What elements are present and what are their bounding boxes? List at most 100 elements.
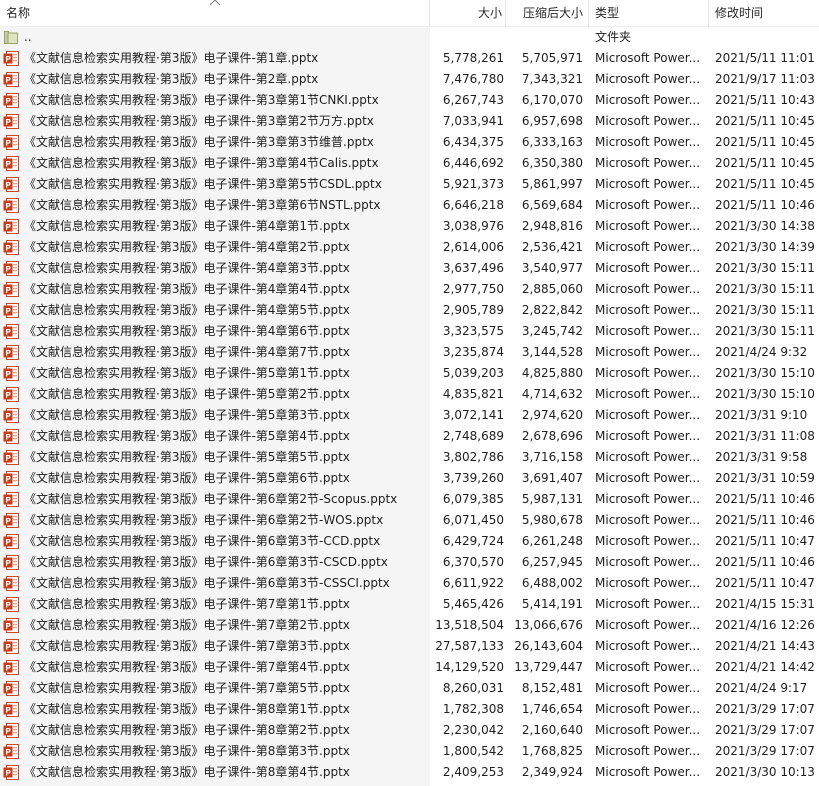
column-header-modified[interactable]: 修改时间 [709,0,819,26]
file-compressed-size: 6,261,248 [521,534,583,548]
file-row[interactable]: 《文献信息检索实用教程·第3版》电子课件-第5章第6节.pptx 3,739,26… [0,468,819,489]
file-row[interactable]: 《文献信息检索实用教程·第3版》电子课件-第3章第1节CNKI.pptx 6,26… [0,90,819,111]
file-size: 6,267,743 [442,93,504,107]
file-type: Microsoft Power... [595,198,701,212]
powerpoint-file-icon [3,744,19,759]
file-row[interactable]: 《文献信息检索实用教程·第3版》电子课件-第4章第6节.pptx 3,323,57… [0,321,819,342]
powerpoint-file-icon [3,387,19,402]
file-row[interactable]: 《文献信息检索实用教程·第3版》电子课件-第5章第3节.pptx 3,072,14… [0,405,819,426]
file-type: Microsoft Power... [595,51,701,65]
file-compressed-size: 7,343,321 [521,72,583,86]
file-row[interactable]: 《文献信息检索实用教程·第3版》电子课件-第3章第4节Calis.pptx 6,4… [0,153,819,174]
file-row[interactable]: 《文献信息检索实用教程·第3版》电子课件-第5章第2节.pptx 4,835,82… [0,384,819,405]
file-compressed-size: 4,714,632 [521,387,583,401]
file-type: Microsoft Power... [595,723,701,737]
parent-folder-row[interactable]: .. 文件夹 [0,27,819,48]
file-name: 《文献信息检索实用教程·第3版》电子课件-第3章第2节万方.pptx [24,114,374,128]
file-row[interactable]: 《文献信息检索实用教程·第3版》电子课件-第7章第5节.pptx 8,260,03… [0,678,819,699]
file-row[interactable]: 《文献信息检索实用教程·第3版》电子课件-第3章第3节维普.pptx 6,434,… [0,132,819,153]
file-row[interactable]: 《文献信息检索实用教程·第3版》电子课件-第4章第4节.pptx 2,977,75… [0,279,819,300]
file-modified: 2021/5/11 10:46 [715,492,815,506]
file-row[interactable]: 《文献信息检索实用教程·第3版》电子课件-第3章第5节CSDL.pptx 5,92… [0,174,819,195]
file-size: 4,835,821 [442,387,504,401]
powerpoint-file-icon [3,114,19,129]
file-row[interactable]: 《文献信息检索实用教程·第3版》电子课件-第6章第3节-CSCD.pptx 6,3… [0,552,819,573]
file-size: 6,434,375 [442,135,504,149]
file-row[interactable]: 《文献信息检索实用教程·第3版》电子课件-第4章第5节.pptx 2,905,78… [0,300,819,321]
file-size: 13,518,504 [435,618,504,632]
file-name: 《文献信息检索实用教程·第3版》电子课件-第1章.pptx [24,51,319,65]
file-row[interactable]: 《文献信息检索实用教程·第3版》电子课件-第6章第3节-CCD.pptx 6,42… [0,531,819,552]
file-row[interactable]: 《文献信息检索实用教程·第3版》电子课件-第8章第1节.pptx 1,782,30… [0,699,819,720]
file-size: 6,446,692 [442,156,504,170]
file-modified: 2021/3/30 15:11 [715,282,815,296]
column-header-name[interactable]: 名称 [0,0,430,26]
file-size: 5,465,426 [442,597,504,611]
file-type: Microsoft Power... [595,240,701,254]
powerpoint-file-icon [3,450,19,465]
file-row[interactable]: 《文献信息检索实用教程·第3版》电子课件-第5章第1节.pptx 5,039,20… [0,363,819,384]
file-row[interactable]: 《文献信息检索实用教程·第3版》电子课件-第8章第2节.pptx 2,230,04… [0,720,819,741]
column-header-type[interactable]: 类型 [589,0,709,26]
file-size: 5,921,373 [442,177,504,191]
file-size: 3,072,141 [442,408,504,422]
file-modified: 2021/5/11 10:45 [715,156,815,170]
file-name: 《文献信息检索实用教程·第3版》电子课件-第7章第4节.pptx [24,660,350,674]
file-modified: 2021/3/30 15:10 [715,387,815,401]
file-modified: 2021/5/11 10:46 [715,513,815,527]
file-type: Microsoft Power... [595,387,701,401]
file-row[interactable]: 《文献信息检索实用教程·第3版》电子课件-第6章第2节-Scopus.pptx 6… [0,489,819,510]
file-rows: .. 文件夹 《文献信息检索实用教程·第3版》电子课件-第1章.pptx 5,77… [0,27,819,783]
file-modified: 2021/3/30 14:38 [715,219,815,233]
file-row[interactable]: 《文献信息检索实用教程·第3版》电子课件-第6章第3节-CSSCI.pptx 6,… [0,573,819,594]
file-modified: 2021/5/11 10:45 [715,177,815,191]
file-row[interactable]: 《文献信息检索实用教程·第3版》电子课件-第4章第3节.pptx 3,637,49… [0,258,819,279]
file-compressed-size: 3,540,977 [521,261,583,275]
file-compressed-size: 3,716,158 [521,450,583,464]
file-size: 2,409,253 [442,765,504,779]
file-name: 《文献信息检索实用教程·第3版》电子课件-第8章第1节.pptx [24,702,350,716]
file-size: 6,646,218 [442,198,504,212]
file-row[interactable]: 《文献信息检索实用教程·第3版》电子课件-第8章第4节.pptx 2,409,25… [0,762,819,783]
file-size: 2,905,789 [442,303,504,317]
file-row[interactable]: 《文献信息检索实用教程·第3版》电子课件-第6章第2节-WOS.pptx 6,07… [0,510,819,531]
powerpoint-file-icon [3,408,19,423]
file-row[interactable]: 《文献信息检索实用教程·第3版》电子课件-第7章第4节.pptx 14,129,5… [0,657,819,678]
file-modified: 2021/4/24 9:32 [715,345,808,359]
file-name: 《文献信息检索实用教程·第3版》电子课件-第6章第2节-WOS.pptx [24,513,384,527]
powerpoint-file-icon [3,345,19,360]
powerpoint-file-icon [3,702,19,717]
file-modified: 2021/5/11 10:46 [715,198,815,212]
file-row[interactable]: 《文献信息检索实用教程·第3版》电子课件-第7章第3节.pptx 27,587,1… [0,636,819,657]
file-compressed-size: 6,957,698 [521,114,583,128]
file-row[interactable]: 《文献信息检索实用教程·第3版》电子课件-第3章第6节NSTL.pptx 6,64… [0,195,819,216]
file-row[interactable]: 《文献信息检索实用教程·第3版》电子课件-第4章第2节.pptx 2,614,00… [0,237,819,258]
powerpoint-file-icon [3,261,19,276]
file-compressed-size: 2,678,696 [521,429,583,443]
file-row[interactable]: 《文献信息检索实用教程·第3版》电子课件-第8章第3节.pptx 1,800,54… [0,741,819,762]
file-compressed-size: 3,144,528 [521,345,583,359]
file-row[interactable]: 《文献信息检索实用教程·第3版》电子课件-第1章.pptx 5,778,261 5,… [0,48,819,69]
column-header-compressed-size[interactable]: 压缩后大小 [506,0,589,26]
powerpoint-file-icon [3,576,19,591]
parent-folder-type: 文件夹 [595,30,632,44]
file-row[interactable]: 《文献信息检索实用教程·第3版》电子课件-第5章第5节.pptx 3,802,78… [0,447,819,468]
file-row[interactable]: 《文献信息检索实用教程·第3版》电子课件-第5章第4节.pptx 2,748,68… [0,426,819,447]
file-size: 7,476,780 [442,72,504,86]
file-size: 7,033,941 [442,114,504,128]
file-row[interactable]: 《文献信息检索实用教程·第3版》电子课件-第2章.pptx 7,476,780 7,… [0,69,819,90]
file-row[interactable]: 《文献信息检索实用教程·第3版》电子课件-第7章第2节.pptx 13,518,5… [0,615,819,636]
file-modified: 2021/4/21 14:43 [715,639,815,653]
powerpoint-file-icon [3,219,19,234]
powerpoint-file-icon [3,492,19,507]
file-row[interactable]: 《文献信息检索实用教程·第3版》电子课件-第3章第2节万方.pptx 7,033,… [0,111,819,132]
file-type: Microsoft Power... [595,639,701,653]
file-modified: 2021/5/11 10:47 [715,576,815,590]
file-row[interactable]: 《文献信息检索实用教程·第3版》电子课件-第4章第7节.pptx 3,235,87… [0,342,819,363]
column-header-size[interactable]: 大小 [430,0,506,26]
file-row[interactable]: 《文献信息检索实用教程·第3版》电子课件-第7章第1节.pptx 5,465,42… [0,594,819,615]
file-modified: 2021/5/11 10:47 [715,534,815,548]
powerpoint-file-icon [3,366,19,381]
file-row[interactable]: 《文献信息检索实用教程·第3版》电子课件-第4章第1节.pptx 3,038,97… [0,216,819,237]
file-name: 《文献信息检索实用教程·第3版》电子课件-第3章第3节维普.pptx [24,135,374,149]
